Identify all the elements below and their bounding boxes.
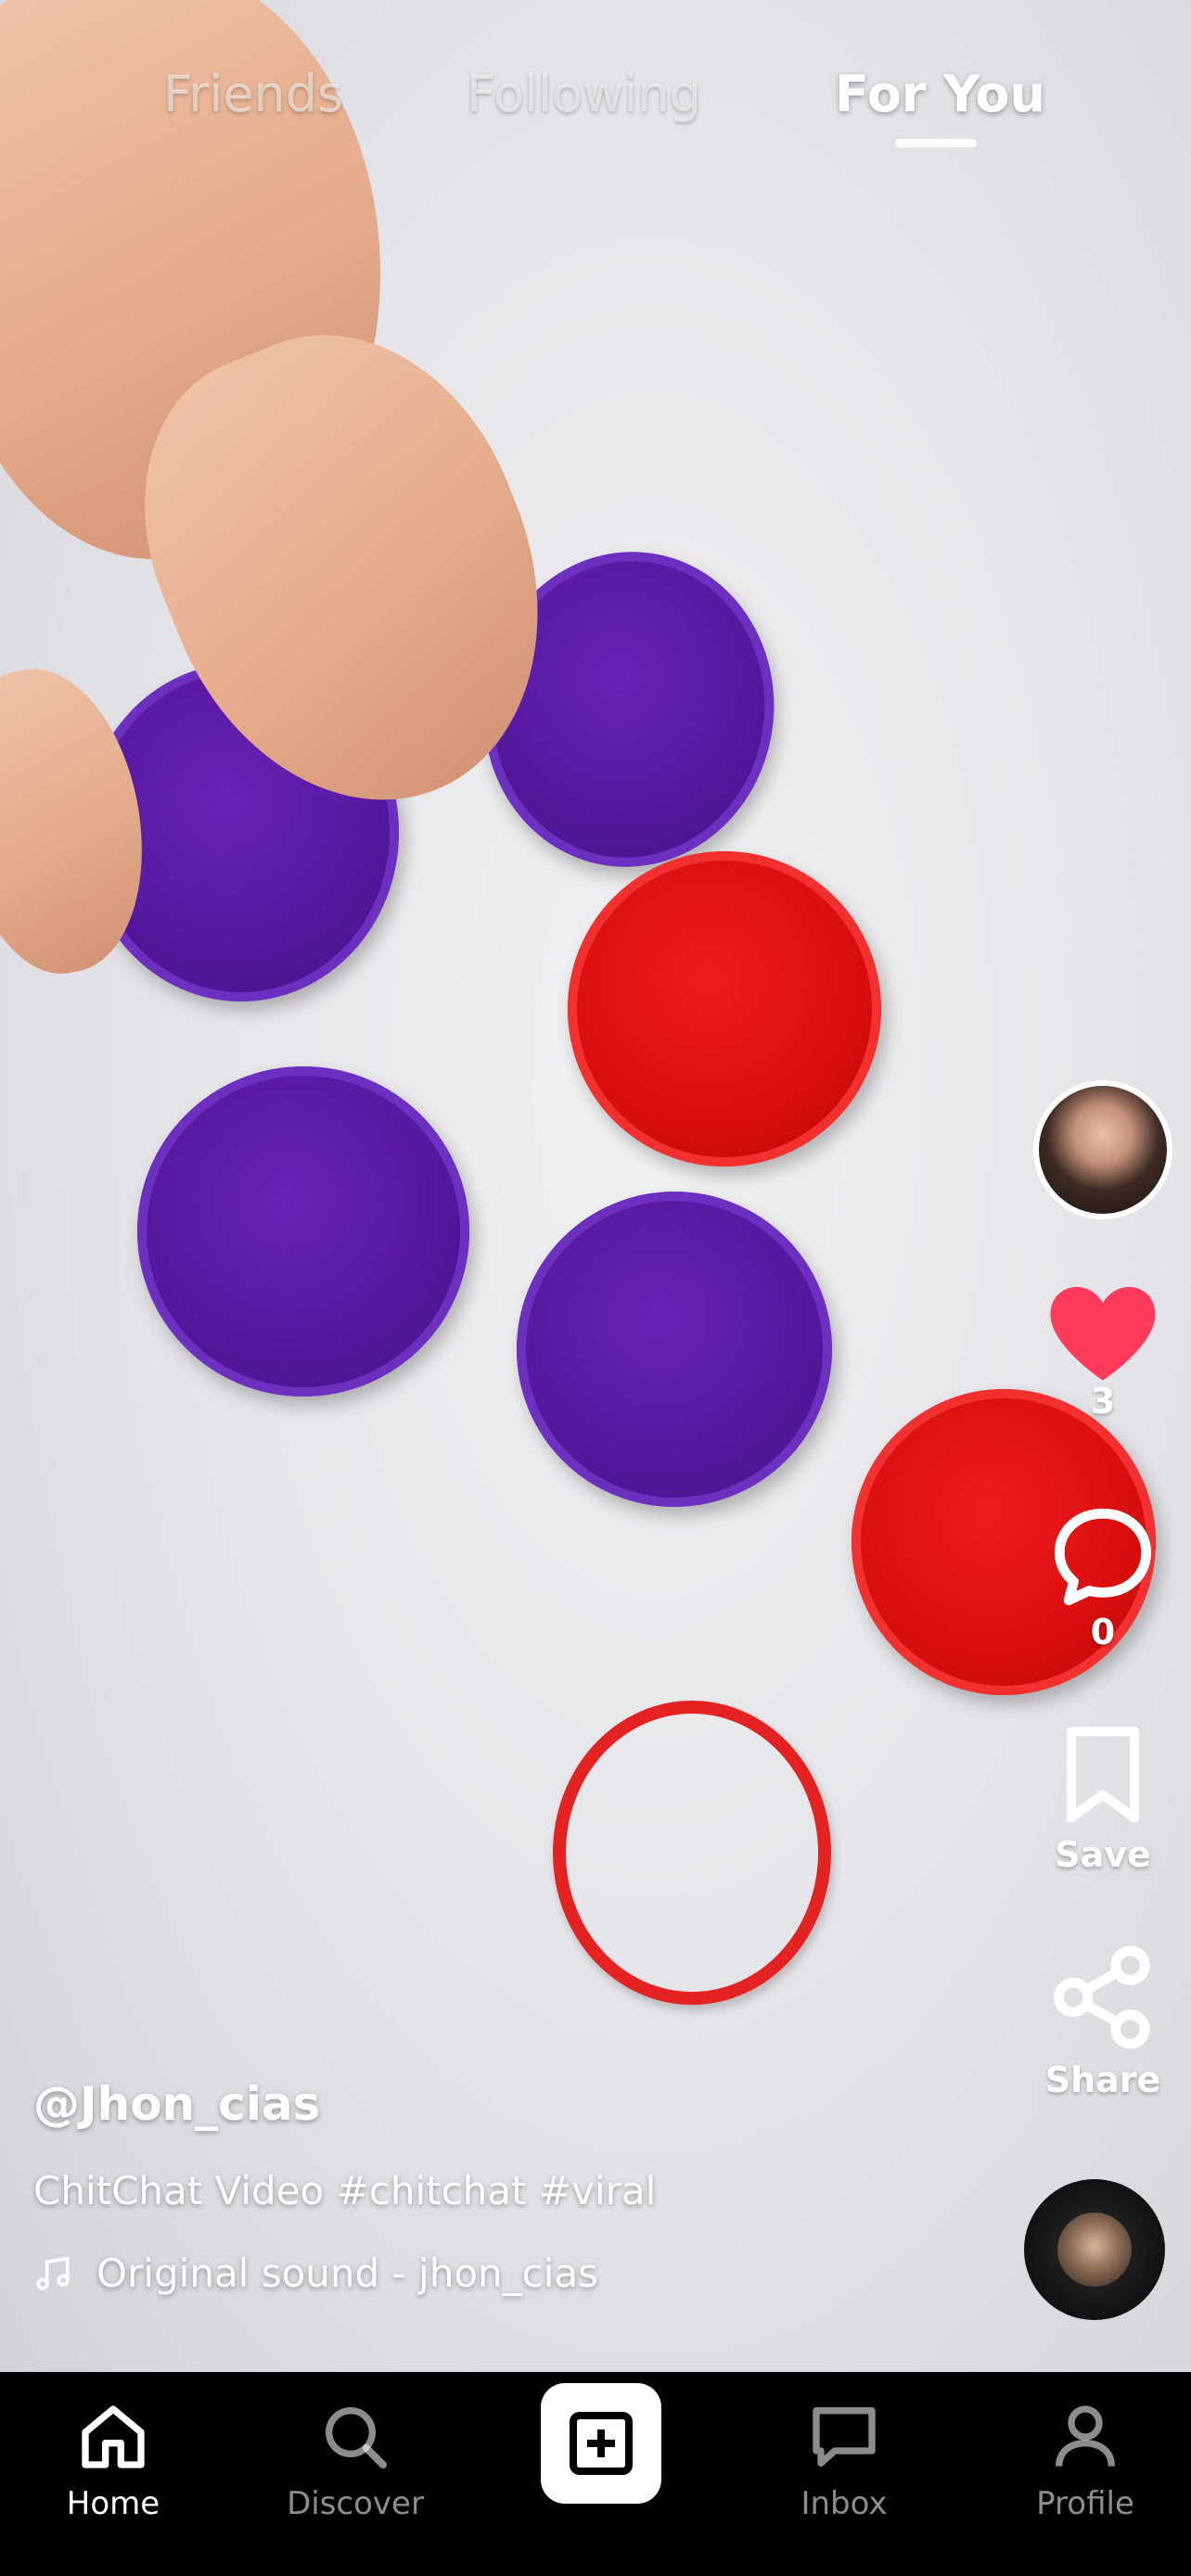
tab-friends[interactable]: Friends — [163, 65, 343, 123]
inbox-icon — [813, 2407, 876, 2467]
save-label: Save — [1055, 1834, 1151, 1875]
comment-count: 0 — [1090, 1612, 1116, 1652]
music-note-icon — [36, 2255, 70, 2290]
nav-inbox-label: Inbox — [800, 2485, 888, 2522]
app-screen: Friends Following For You 3 0 Save Share… — [0, 0, 1191, 2576]
search-icon — [326, 2407, 387, 2468]
heart-icon — [1050, 1286, 1156, 1381]
purple-cap — [137, 1066, 469, 1396]
share-icon — [1053, 1945, 1150, 2049]
avatar[interactable] — [1033, 1080, 1172, 1219]
sound-name: Original sound - jhon_cias — [96, 2251, 599, 2296]
nav-profile[interactable]: Profile — [1002, 2400, 1169, 2522]
nav-home-label: Home — [66, 2485, 160, 2522]
home-icon — [82, 2405, 145, 2468]
purple-cap — [517, 1192, 832, 1507]
profile-icon — [1056, 2405, 1115, 2467]
save-button[interactable]: Save — [1033, 1725, 1172, 1875]
post-description: ChitChat Video #chitchat #viral — [33, 2168, 657, 2213]
sound-disc-cover — [1057, 2213, 1132, 2287]
sound-info[interactable]: Original sound - jhon_cias — [33, 2251, 998, 2296]
bookmark-icon — [1066, 1727, 1140, 1823]
red-cap — [568, 851, 881, 1167]
feed-tabs: Friends Following For You — [0, 56, 1191, 158]
nav-discover-label: Discover — [287, 2485, 424, 2522]
bottom-nav: Home Discover Inbox Profile — [0, 2372, 1191, 2576]
video-player[interactable] — [0, 0, 1191, 2372]
sound-disc[interactable] — [1024, 2179, 1165, 2320]
tab-for-you[interactable]: For You — [835, 65, 1045, 123]
tab-following[interactable]: Following — [467, 65, 701, 123]
nav-profile-label: Profile — [1036, 2485, 1134, 2522]
nav-inbox[interactable]: Inbox — [761, 2400, 928, 2522]
nav-home[interactable]: Home — [30, 2400, 197, 2522]
comment-button[interactable]: 0 — [1033, 1502, 1172, 1652]
nav-discover[interactable]: Discover — [272, 2400, 439, 2522]
plus-icon — [570, 2412, 633, 2475]
like-count: 3 — [1090, 1381, 1116, 1422]
red-ring — [553, 1701, 831, 2005]
comment-icon — [1054, 1508, 1152, 1606]
post-caption: @Jhon_cias ChitChat Video #chitchat #vir… — [33, 2077, 998, 2296]
share-label: Share — [1044, 2060, 1161, 2100]
like-button[interactable]: 3 — [1033, 1284, 1172, 1422]
share-button[interactable]: Share — [1033, 1943, 1172, 2100]
active-tab-indicator — [895, 139, 977, 147]
create-button[interactable] — [541, 2383, 661, 2504]
username[interactable]: @Jhon_cias — [33, 2077, 998, 2131]
